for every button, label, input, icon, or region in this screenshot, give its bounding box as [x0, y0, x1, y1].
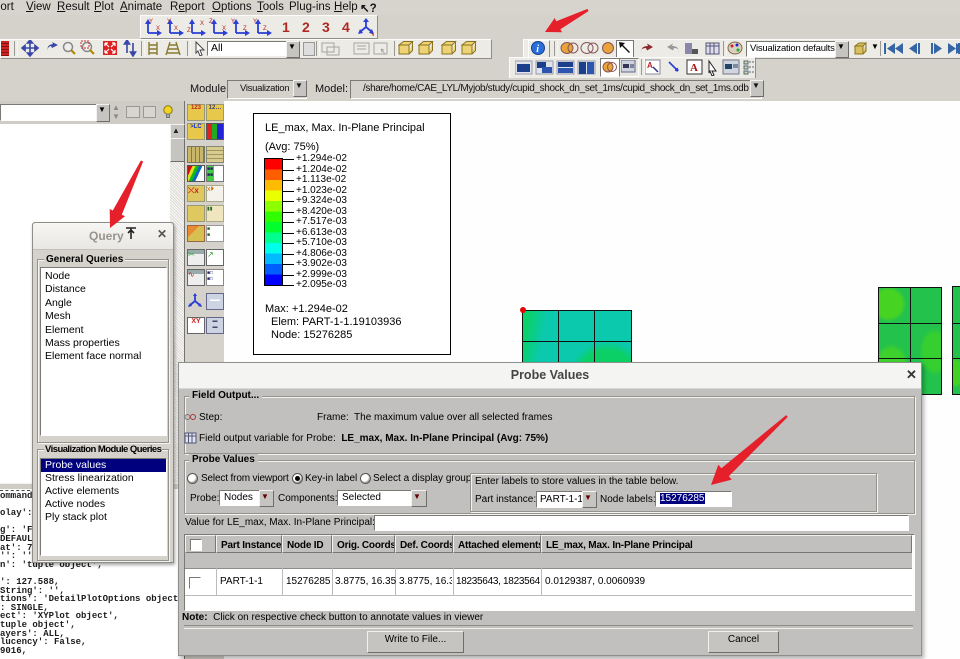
svg-text:Z: Z	[243, 26, 247, 32]
svg-text:X: X	[174, 26, 178, 32]
svg-text:Z: Z	[187, 28, 191, 34]
svg-text:A: A	[647, 61, 653, 70]
svg-text:X: X	[200, 21, 204, 27]
svg-text:A: A	[690, 62, 698, 74]
svg-text:Y: Y	[167, 19, 171, 25]
svg-text:Z: Z	[209, 19, 213, 25]
svg-text:Y: Y	[231, 19, 235, 25]
svg-text:Y: Y	[253, 19, 257, 25]
svg-text:Y: Y	[149, 19, 153, 25]
svg-text:Z: Z	[263, 26, 267, 32]
svg-text:X: X	[222, 26, 226, 32]
svg-text:X: X	[156, 26, 160, 32]
svg-text:i: i	[536, 44, 539, 55]
